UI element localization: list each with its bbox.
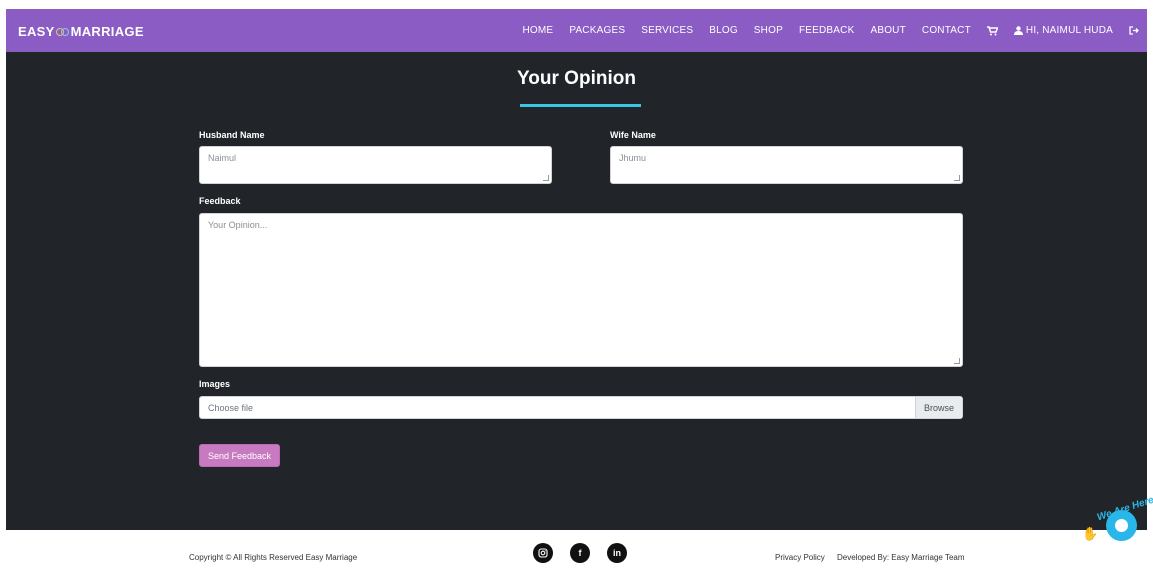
brand-left: EASY [18, 24, 55, 39]
cart-icon[interactable] [986, 25, 998, 36]
rings-icon [55, 27, 70, 37]
linkedin-icon[interactable]: in [607, 543, 627, 563]
resize-handle-icon[interactable] [543, 175, 549, 181]
file-placeholder: Choose file [208, 403, 254, 413]
resize-handle-icon[interactable] [954, 358, 960, 364]
image-file-input[interactable]: Choose file Browse [199, 396, 963, 419]
instagram-icon[interactable] [533, 543, 553, 563]
browse-button[interactable]: Browse [915, 397, 962, 418]
resize-handle-icon[interactable] [954, 175, 960, 181]
chat-widget[interactable]: We Are Here! ✋ [1080, 494, 1153, 575]
nav-packages[interactable]: PACKAGES [569, 25, 625, 36]
wife-name-field[interactable]: Jhumu [610, 146, 963, 184]
nav-home[interactable]: HOME [523, 25, 554, 36]
wife-name-value: Jhumu [619, 153, 647, 163]
user-menu[interactable]: HI, NAIMUL HUDA [1013, 25, 1113, 36]
waving-hand-icon: ✋ [1082, 526, 1099, 541]
images-label: Images [199, 379, 231, 389]
facebook-icon[interactable]: f [570, 543, 590, 563]
feedback-placeholder: Your Opinion... [208, 220, 268, 230]
nav-about[interactable]: ABOUT [870, 25, 905, 36]
send-feedback-button[interactable]: Send Feedback [199, 444, 280, 467]
chat-bubble-icon[interactable] [1106, 510, 1137, 541]
main-frame: EASY MARRIAGE HOME PACKAGES SERVICES BLO… [6, 9, 1147, 530]
nav-links: HOME PACKAGES SERVICES BLOG SHOP FEEDBAC… [507, 9, 1140, 52]
nav-services[interactable]: SERVICES [641, 25, 693, 36]
husband-name-field[interactable]: Naimul [199, 146, 552, 184]
page: EASY MARRIAGE HOME PACKAGES SERVICES BLO… [0, 0, 1153, 575]
footer-links: Privacy Policy Developed By: Easy Marria… [775, 553, 975, 562]
footer: Copyright © All Rights Reserved Easy Mar… [0, 530, 1153, 575]
logout-icon[interactable] [1129, 26, 1139, 35]
navbar: EASY MARRIAGE HOME PACKAGES SERVICES BLO… [6, 9, 1147, 52]
brand-logo[interactable]: EASY MARRIAGE [18, 24, 144, 39]
page-title: Your Opinion [517, 68, 636, 89]
privacy-policy-link[interactable]: Privacy Policy [775, 553, 825, 562]
husband-name-value: Naimul [208, 153, 237, 163]
feedback-textarea[interactable]: Your Opinion... [199, 213, 963, 367]
nav-blog[interactable]: BLOG [709, 25, 738, 36]
copyright-text: Copyright © All Rights Reserved Easy Mar… [189, 553, 358, 562]
developed-by-text: Developed By: Easy Marriage Team [837, 553, 965, 562]
nav-contact[interactable]: CONTACT [922, 25, 971, 36]
husband-name-label: Husband Name [199, 130, 265, 140]
nav-feedback[interactable]: FEEDBACK [799, 25, 855, 36]
feedback-label: Feedback [199, 196, 241, 206]
brand-right: MARRIAGE [70, 24, 144, 39]
social-links: f in [533, 543, 644, 563]
user-icon [1013, 26, 1023, 35]
user-greeting: HI, NAIMUL HUDA [1025, 25, 1113, 36]
title-underline [520, 104, 641, 107]
nav-shop[interactable]: SHOP [754, 25, 783, 36]
wife-name-label: Wife Name [610, 130, 656, 140]
